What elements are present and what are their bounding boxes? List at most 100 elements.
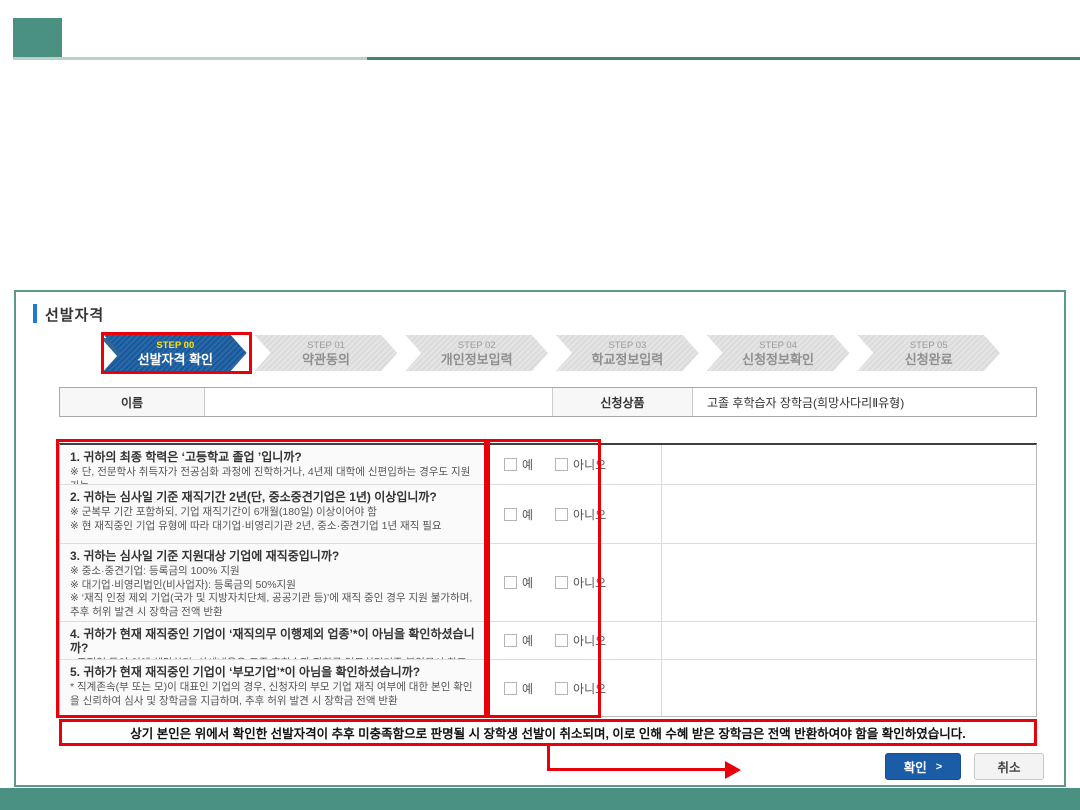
step-application-confirm: STEP 04 신청정보확인	[707, 335, 850, 371]
checkbox-yes[interactable]	[504, 634, 517, 647]
no-option[interactable]: 아니오	[555, 632, 606, 649]
yes-option[interactable]: 예	[504, 632, 533, 649]
step-number: STEP 03	[608, 340, 646, 352]
red-arrow-head-icon	[725, 761, 741, 779]
question-cell: 4. 귀하가 현재 재직중인 기업이 ‘재직의무 이행제외 업종’*이 아님을 …	[60, 622, 486, 659]
no-option[interactable]: 아니오	[555, 506, 606, 523]
question-title: 2. 귀하는 심사일 기준 재직기간 2년(단, 중소중견기업은 1년) 이상입…	[70, 490, 477, 504]
step-label: 신청정보확인	[742, 352, 814, 367]
step-label: 약관동의	[302, 352, 350, 367]
checkbox-no[interactable]	[555, 508, 568, 521]
question-cell: 5. 귀하가 현재 재직중인 기업이 ‘부모기업’*이 아님을 확인하셨습니까?…	[60, 660, 486, 716]
question-cell: 1. 귀하의 최종 학력은 ‘고등학교 졸업 ’입니까? ※ 단, 전문학사 취…	[60, 445, 486, 484]
footer-bar	[0, 788, 1080, 810]
question-note: * 직계존속(부 또는 모)이 대표인 기업의 경우, 신청자의 부모 기업 재…	[70, 681, 477, 708]
step-chevron: STEP 03 학교정보입력	[556, 335, 699, 371]
yes-option[interactable]: 예	[504, 506, 533, 523]
qualification-question-table: 1. 귀하의 최종 학력은 ‘고등학교 졸업 ’입니까? ※ 단, 전문학사 취…	[59, 443, 1037, 717]
no-option[interactable]: 아니오	[555, 456, 606, 473]
checkbox-no[interactable]	[555, 682, 568, 695]
step-label: 학교정보입력	[591, 352, 663, 367]
no-label: 아니오	[573, 456, 606, 473]
cancel-button[interactable]: 취소	[974, 753, 1044, 780]
yes-label: 예	[522, 506, 533, 523]
row-spacer	[662, 544, 1036, 621]
yes-option[interactable]: 예	[504, 680, 533, 697]
applicant-info-table: 이름 신청상품 고졸 후학습자 장학금(희망사다리Ⅱ유형)	[59, 387, 1037, 417]
step-terms-agree: STEP 01 약관동의	[255, 335, 398, 371]
header-divider-dark	[367, 57, 1080, 60]
header-logo-block	[13, 18, 62, 60]
question-title: 4. 귀하가 현재 재직중인 기업이 ‘재직의무 이행제외 업종’*이 아님을 …	[70, 627, 477, 655]
question-cell: 3. 귀하는 심사일 기준 지원대상 기업에 재직중입니까? ※ 중소·중견기업…	[60, 544, 486, 621]
yes-label: 예	[522, 632, 533, 649]
no-label: 아니오	[573, 506, 606, 523]
question-title: 3. 귀하는 심사일 기준 지원대상 기업에 재직중입니까?	[70, 549, 477, 563]
question-row-1: 1. 귀하의 최종 학력은 ‘고등학교 졸업 ’입니까? ※ 단, 전문학사 취…	[60, 445, 1036, 485]
page: 선발자격 STEP 00 선발자격 확인 STEP 01 약관동의 STEP 0…	[0, 0, 1080, 810]
answer-cell: 예 아니오	[486, 544, 662, 621]
question-title: 5. 귀하가 현재 재직중인 기업이 ‘부모기업’*이 아님을 확인하셨습니까?	[70, 665, 477, 679]
question-row-3: 3. 귀하는 심사일 기준 지원대상 기업에 재직중입니까? ※ 중소·중견기업…	[60, 544, 1036, 622]
yes-label: 예	[522, 456, 533, 473]
answer-cell: 예 아니오	[486, 622, 662, 659]
row-spacer	[662, 660, 1036, 716]
question-row-2: 2. 귀하는 심사일 기준 재직기간 2년(단, 중소중견기업은 1년) 이상입…	[60, 485, 1036, 544]
question-note: ※ ‘재직 인정 제외 기업(국가 및 지방자치단체, 공공기관 등)’에 재직…	[70, 592, 477, 619]
chevron-right-icon: >	[936, 761, 942, 773]
checkbox-no[interactable]	[555, 576, 568, 589]
step-chevron: STEP 01 약관동의	[255, 335, 398, 371]
checkbox-yes[interactable]	[504, 682, 517, 695]
question-note: ※ 중소·중견기업: 등록금의 100% 지원	[70, 565, 477, 579]
name-value	[205, 388, 553, 416]
product-value: 고졸 후학습자 장학금(희망사다리Ⅱ유형)	[693, 388, 1036, 416]
step-selection-check: STEP 00 선발자격 확인	[104, 335, 247, 371]
yes-option[interactable]: 예	[504, 456, 533, 473]
question-note: ※ 단, 전문학사 취득자가 전공심화 과정에 진학하거나, 4년제 대학에 신…	[70, 466, 477, 484]
row-spacer	[662, 445, 1036, 484]
name-header: 이름	[60, 388, 205, 416]
row-spacer	[662, 485, 1036, 543]
question-row-4: 4. 귀하가 현재 재직중인 기업이 ‘재직의무 이행제외 업종’*이 아님을 …	[60, 622, 1036, 660]
no-label: 아니오	[573, 574, 606, 591]
step-chevron: STEP 05 신청완료	[857, 335, 1000, 371]
step-number: STEP 05	[910, 340, 948, 352]
step-number: STEP 01	[307, 340, 345, 352]
answer-cell: 예 아니오	[486, 445, 662, 484]
step-number: STEP 02	[458, 340, 496, 352]
content-panel: 선발자격 STEP 00 선발자격 확인 STEP 01 약관동의 STEP 0…	[14, 290, 1066, 787]
checkbox-yes[interactable]	[504, 508, 517, 521]
red-arrow-horizontal	[547, 768, 725, 771]
step-chevron: STEP 02 개인정보입력	[405, 335, 548, 371]
step-complete: STEP 05 신청완료	[857, 335, 1000, 371]
checkbox-yes[interactable]	[504, 576, 517, 589]
checkbox-no[interactable]	[555, 634, 568, 647]
step-label: 개인정보입력	[441, 352, 513, 367]
question-title: 1. 귀하의 최종 학력은 ‘고등학교 졸업 ’입니까?	[70, 450, 477, 464]
checkbox-no[interactable]	[555, 458, 568, 471]
answer-cell: 예 아니오	[486, 485, 662, 543]
no-option[interactable]: 아니오	[555, 574, 606, 591]
yes-label: 예	[522, 574, 533, 591]
question-note: * 주점업 등이 이에 해당하며, 상세내용은 고졸 후학습자 장학금 업무처리…	[70, 657, 477, 659]
question-note: ※ 현 재직중인 기업 유형에 따라 대기업·비영리기관 2년, 중소·중견기업…	[70, 520, 477, 534]
checkbox-yes[interactable]	[504, 458, 517, 471]
step-number: STEP 00	[156, 340, 194, 352]
cancel-button-label: 취소	[997, 757, 1020, 776]
product-header: 신청상품	[553, 388, 693, 416]
yes-option[interactable]: 예	[504, 574, 533, 591]
no-label: 아니오	[573, 632, 606, 649]
step-indicator: STEP 00 선발자격 확인 STEP 01 약관동의 STEP 02 개인정…	[104, 335, 1000, 371]
step-label: 신청완료	[905, 352, 953, 367]
no-label: 아니오	[573, 680, 606, 697]
step-chevron: STEP 00 선발자격 확인	[104, 335, 247, 371]
confirm-button[interactable]: 확인 >	[885, 753, 961, 780]
question-note: ※ 군복무 기간 포함하되, 기업 재직기간이 6개월(180일) 이상이어야 …	[70, 506, 477, 520]
question-row-5: 5. 귀하가 현재 재직중인 기업이 ‘부모기업’*이 아님을 확인하셨습니까?…	[60, 660, 1036, 716]
step-chevron: STEP 04 신청정보확인	[707, 335, 850, 371]
confirmation-notice: 상기 본인은 위에서 확인한 선발자격이 추후 미충족함으로 판명될 시 장학생…	[59, 719, 1037, 746]
no-option[interactable]: 아니오	[555, 680, 606, 697]
step-label: 선발자격 확인	[138, 352, 213, 367]
step-number: STEP 04	[759, 340, 797, 352]
step-school-info: STEP 03 학교정보입력	[556, 335, 699, 371]
